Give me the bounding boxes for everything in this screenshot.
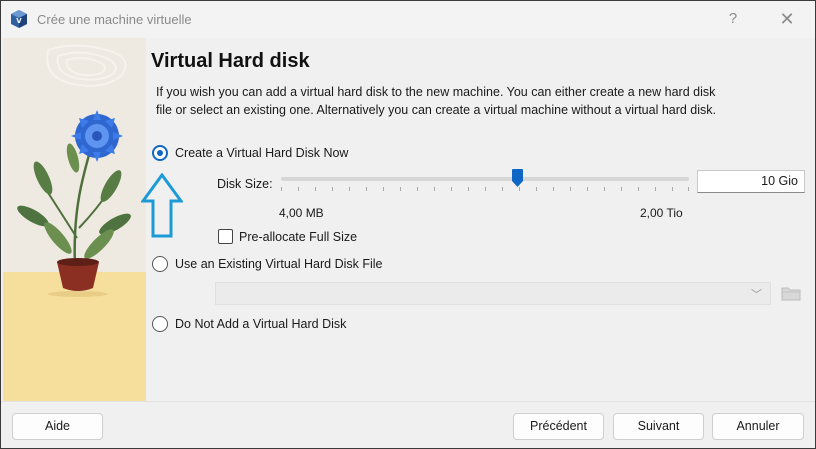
disk-size-min-label: 4,00 MB (279, 206, 324, 220)
cancel-button[interactable]: Annuler (712, 413, 804, 440)
plant-illustration (3, 38, 146, 401)
page-title: Virtual Hard disk (151, 50, 310, 72)
help-button[interactable]: Aide (12, 413, 103, 440)
folder-icon[interactable] (780, 283, 802, 303)
up-arrow-icon (141, 173, 183, 238)
no-disk-label[interactable]: Do Not Add a Virtual Hard Disk (175, 317, 346, 331)
create-disk-label[interactable]: Create a Virtual Hard Disk Now (175, 146, 348, 160)
page-description: If you wish you can add a virtual hard d… (156, 85, 717, 117)
disk-size-slider-track[interactable] (281, 177, 689, 181)
next-button[interactable]: Suivant (613, 413, 704, 440)
preallocate-checkbox[interactable] (218, 229, 233, 244)
disk-size-input[interactable]: 10 Gio (697, 170, 805, 193)
existing-disk-radio[interactable] (152, 256, 168, 272)
virtualbox-icon: V (11, 10, 27, 28)
create-disk-radio[interactable] (152, 145, 168, 161)
existing-disk-label[interactable]: Use an Existing Virtual Hard Disk File (175, 257, 382, 271)
disk-size-label: Disk Size: (217, 177, 273, 191)
title-bar: V Crée une machine virtuelle ? ✕ (1, 1, 815, 38)
back-button[interactable]: Précédent (513, 413, 604, 440)
chevron-down-icon[interactable]: ﹀ (751, 286, 762, 302)
preallocate-label[interactable]: Pre-allocate Full Size (239, 230, 357, 244)
svg-text:V: V (16, 17, 22, 25)
disk-size-slider-handle[interactable] (512, 169, 523, 187)
dialog-window: V Crée une machine virtuelle ? ✕ (0, 0, 816, 449)
disk-size-max-label: 2,00 Tio (640, 206, 683, 220)
disk-size-slider-ticks (281, 187, 689, 192)
close-button[interactable]: ✕ (775, 7, 799, 31)
window-title: Crée une machine virtuelle (37, 12, 192, 27)
help-title-button[interactable]: ? (721, 7, 745, 31)
no-disk-radio[interactable] (152, 316, 168, 332)
existing-disk-combobox[interactable]: ﹀ (215, 282, 771, 305)
